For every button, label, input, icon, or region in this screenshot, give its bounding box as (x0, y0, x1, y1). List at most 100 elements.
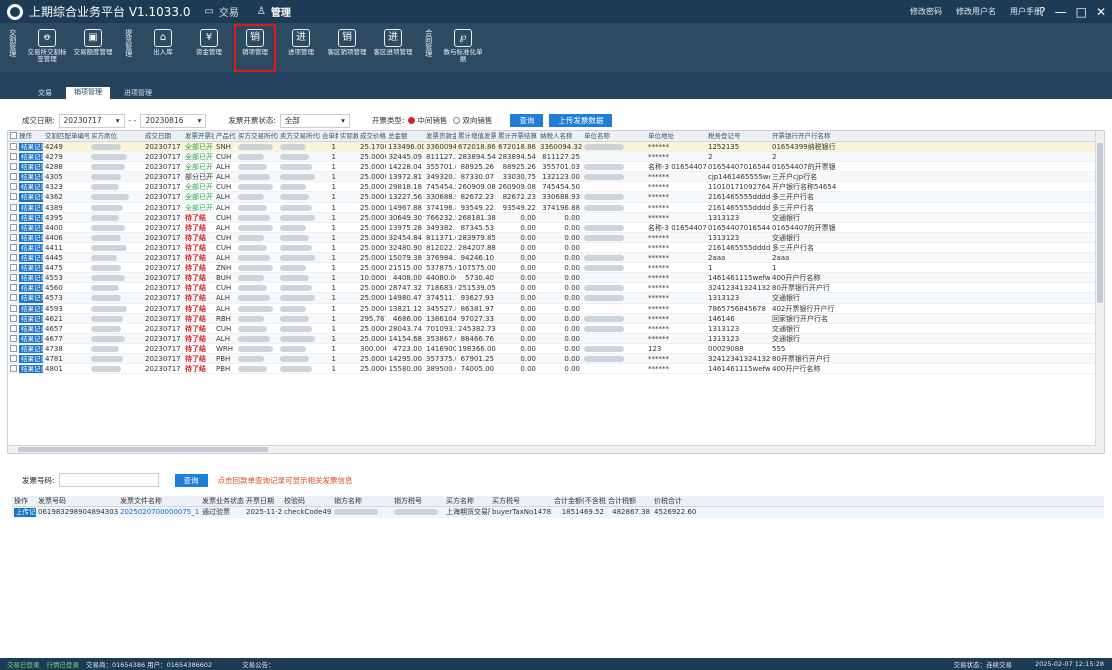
invoice-column-header[interactable]: 发票号码 (36, 496, 118, 506)
date-to-input[interactable]: 20230816 ▾ (140, 113, 207, 128)
table-row[interactable]: 结果记录4573 20230717 待了结 ALH 1 25.000014980.47 37… (8, 293, 1104, 304)
record-button[interactable]: 结果记录 (19, 173, 43, 182)
column-header[interactable]: 发票货款金额 (424, 131, 456, 141)
query-button[interactable]: 查询 (510, 114, 544, 127)
row-checkbox[interactable] (10, 213, 17, 221)
radio-middle-sales[interactable]: 中间销售 (408, 115, 447, 126)
subtab-sales-invoice[interactable]: 销项管理 (66, 87, 110, 99)
tab-trade[interactable]: ▭ 交易 (204, 4, 238, 19)
column-header[interactable]: 单位地址 (646, 131, 706, 141)
radio-bidirectional-sales[interactable]: 双向销售 (453, 115, 492, 126)
invoice-column-header[interactable]: 买方名称 (444, 496, 490, 506)
vertical-scrollbar[interactable] (1095, 131, 1104, 453)
upload-record-button[interactable]: 上传记录 (14, 508, 36, 517)
subtab-purchase-invoice[interactable]: 进项管理 (116, 88, 160, 99)
help-button[interactable]: ? (1039, 5, 1045, 19)
table-row[interactable]: 结果记录4801 20230717 待了结 PBH 1 25.000015580.00 38… (8, 364, 1104, 375)
toolbar-button-1[interactable]: ꝋ 交易所交割标签管理 (27, 25, 67, 71)
toolbar-button-4[interactable]: ⌂ 出入库 (143, 25, 183, 71)
column-header[interactable] (8, 131, 17, 141)
row-checkbox-cell[interactable] (8, 283, 17, 292)
toolbar-button-10[interactable]: 合同管理 (419, 25, 437, 71)
record-button[interactable]: 结果记录 (19, 233, 43, 242)
row-checkbox[interactable] (10, 153, 17, 161)
column-header[interactable]: 成交日期 (143, 131, 183, 141)
upload-invoice-button[interactable]: 上传发票数据 (549, 114, 613, 127)
invoice-column-header[interactable]: 开票日期 (244, 496, 282, 506)
row-checkbox-cell[interactable] (8, 304, 17, 313)
column-header[interactable]: 累计开票结算 (496, 131, 538, 141)
change-username-link[interactable]: 修改用户名 (956, 6, 996, 17)
invoice-column-header[interactable]: 发票业务状态 (200, 496, 244, 506)
record-button[interactable]: 结果记录 (19, 163, 43, 172)
invoice-row[interactable]: 上传记录061983298904894303512025020700000075… (12, 507, 1104, 518)
table-row[interactable]: 结果记录4560 20230717 待了结 CUH 1 25.000028747.32 71… (8, 283, 1104, 294)
invoice-column-header[interactable]: 价税合计 (652, 496, 696, 506)
invoice-column-header[interactable]: 销方税号 (392, 496, 444, 506)
table-row[interactable]: 结果记录4657 20230717 待了结 CUH 1 25.000028043.74 70… (8, 324, 1104, 334)
row-checkbox[interactable] (10, 365, 17, 373)
row-checkbox[interactable] (10, 243, 17, 251)
column-header[interactable]: 纳税人名称 (538, 131, 582, 141)
toolbar-button-9[interactable]: 进客区进项管理 (373, 25, 413, 71)
column-header[interactable]: 产品代码 (214, 131, 236, 141)
row-checkbox-cell[interactable] (8, 273, 17, 282)
table-row[interactable]: 结果记录4411 20230717 待了结 CUH 1 25.000032480.90 81… (8, 243, 1104, 254)
toolbar-button-5[interactable]: ¥ 资金管理 (189, 25, 229, 71)
column-header[interactable]: 实际数量 (338, 131, 358, 141)
row-checkbox-cell[interactable] (8, 253, 17, 262)
row-checkbox-cell[interactable] (8, 182, 17, 191)
status-select[interactable]: 全部 ▾ (279, 113, 350, 128)
row-checkbox-cell[interactable] (8, 142, 17, 151)
table-row[interactable]: 结果记录4395 20230717 待了结 CUH 1 25.000030649.30 76… (8, 212, 1104, 223)
invoice-file-link[interactable]: 2025020700000075_1.pdf (118, 507, 200, 518)
row-checkbox[interactable] (10, 354, 17, 362)
invoice-column-header[interactable]: 合计税额 (606, 496, 652, 506)
table-row[interactable]: 结果记录4553 20230717 待了结 BUH 1 10.0000 4408.00 440… (8, 273, 1104, 284)
row-checkbox[interactable] (10, 264, 17, 272)
toolbar-button-7[interactable]: 进进项管理 (281, 25, 321, 71)
row-checkbox[interactable] (10, 173, 17, 181)
subtab-trade[interactable]: 交易 (30, 88, 60, 99)
date-from-input[interactable]: 20230717 ▾ (58, 113, 125, 128)
row-checkbox[interactable] (10, 193, 17, 201)
row-checkbox[interactable] (10, 304, 17, 312)
minimize-button[interactable]: — (1055, 5, 1067, 19)
row-checkbox-cell[interactable] (8, 344, 17, 353)
column-header[interactable]: 交割匹配单编号 (43, 131, 89, 141)
invoice-column-header[interactable]: 买方税号 (490, 496, 552, 506)
record-button[interactable]: 结果记录 (19, 274, 43, 283)
row-checkbox-cell[interactable] (8, 243, 17, 252)
select-all-checkbox[interactable] (10, 132, 17, 139)
column-header[interactable]: 合单数量 (320, 131, 338, 141)
scroll-thumb[interactable] (1097, 143, 1103, 303)
toolbar-button-0[interactable]: 交割管理 (3, 25, 21, 71)
row-checkbox[interactable] (10, 223, 17, 231)
column-header[interactable]: 成交价格 (358, 131, 386, 141)
record-button[interactable]: 结果记录 (19, 334, 43, 343)
column-header[interactable]: 单位名称 (582, 131, 646, 141)
table-row[interactable]: 结果记录4389 20230717 全部已开ALH 1 25.000014967.88 3… (8, 203, 1104, 213)
row-checkbox-cell[interactable] (8, 162, 17, 171)
record-button[interactable]: 结果记录 (19, 223, 43, 232)
table-row[interactable]: 结果记录4475 20230717 待了结 ZNH 1 25.000021515.00 53… (8, 263, 1104, 274)
record-button[interactable]: 结果记录 (19, 193, 43, 202)
row-checkbox[interactable] (10, 344, 17, 352)
invoice-column-header[interactable]: 合计金额(不含税) (552, 496, 606, 506)
column-header[interactable]: 累计增值发票税额 (456, 131, 496, 141)
row-checkbox-cell[interactable] (8, 233, 17, 242)
row-checkbox[interactable] (10, 284, 17, 292)
tab-manage[interactable]: ♙ 管理 (257, 4, 291, 19)
row-checkbox-cell[interactable] (8, 152, 17, 161)
table-row[interactable]: 结果记录4279 20230717 全部已开CUH 1 25.000032445.09 8… (8, 152, 1104, 163)
record-button[interactable]: 结果记录 (19, 304, 43, 313)
record-button[interactable]: 结果记录 (19, 143, 43, 152)
row-checkbox-cell[interactable] (8, 354, 17, 363)
record-button[interactable]: 结果记录 (19, 203, 43, 212)
row-checkbox-cell[interactable] (8, 314, 17, 323)
toolbar-button-2[interactable]: ▣ 交易额度管理 (73, 25, 113, 71)
table-row[interactable]: 结果记录4305 20230717 部分已开ALH 1 25.000013972.81 3… (8, 172, 1104, 183)
record-button[interactable]: 结果记录 (19, 354, 43, 364)
table-row[interactable]: 结果记录4400 20230717 待了结 ALH 1 25.000013975.28 34… (8, 223, 1104, 233)
horizontal-scrollbar[interactable] (8, 445, 1097, 453)
